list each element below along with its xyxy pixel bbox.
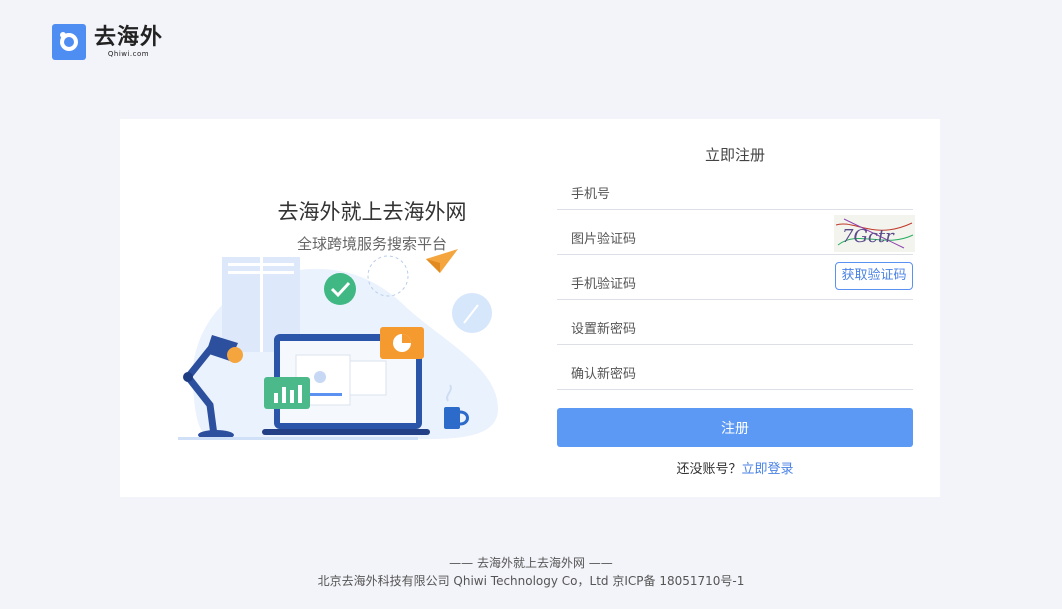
- password-field: [557, 309, 913, 345]
- footer-company: 北京去海外科技有限公司 Qhiwi Technology Co，Ltd 京ICP…: [317, 574, 745, 588]
- workspace-illustration: [178, 249, 498, 440]
- captcha-text: 7Gctr: [842, 226, 895, 247]
- footer-slogan: —— 去海外就上去海外网 ——: [449, 556, 613, 570]
- login-link[interactable]: 立即登录: [742, 462, 794, 477]
- login-prompt: 还没账号？立即登录: [557, 458, 913, 477]
- sms-code-input[interactable]: [571, 273, 831, 295]
- logo-text: 去海外: [94, 24, 164, 50]
- password-input[interactable]: [571, 318, 831, 340]
- hero-title: 去海外就上去海外网: [277, 200, 467, 224]
- captcha-graphic: 7Gctr: [835, 218, 914, 249]
- no-account-text: 还没账号？: [676, 462, 742, 477]
- confirm-password-input[interactable]: [571, 363, 831, 385]
- form-title: 立即注册: [704, 146, 765, 164]
- register-button[interactable]: 注册: [557, 408, 913, 447]
- register-card: 去海外就上去海外网 全球跨境服务搜索平台 立即注册 手机号 图片验证码 7Gct…: [120, 119, 940, 497]
- captcha-image[interactable]: 7Gctr: [834, 215, 915, 252]
- site-logo[interactable]: 去海外 Qhiwi.com: [52, 24, 163, 60]
- phone-input[interactable]: [571, 183, 831, 205]
- sms-code-field: 获取验证码: [557, 262, 913, 300]
- captcha-field: 7Gctr: [557, 215, 915, 255]
- footer: —— 去海外就上去海外网 —— 北京去海外科技有限公司 Qhiwi Techno…: [0, 554, 1062, 590]
- captcha-input[interactable]: [571, 228, 831, 250]
- logo-domain: Qhiwi.com: [107, 49, 150, 58]
- get-sms-code-button[interactable]: 获取验证码: [835, 262, 913, 290]
- phone-field: [557, 174, 913, 210]
- logo-icon: [52, 24, 86, 60]
- confirm-password-field: [557, 354, 913, 390]
